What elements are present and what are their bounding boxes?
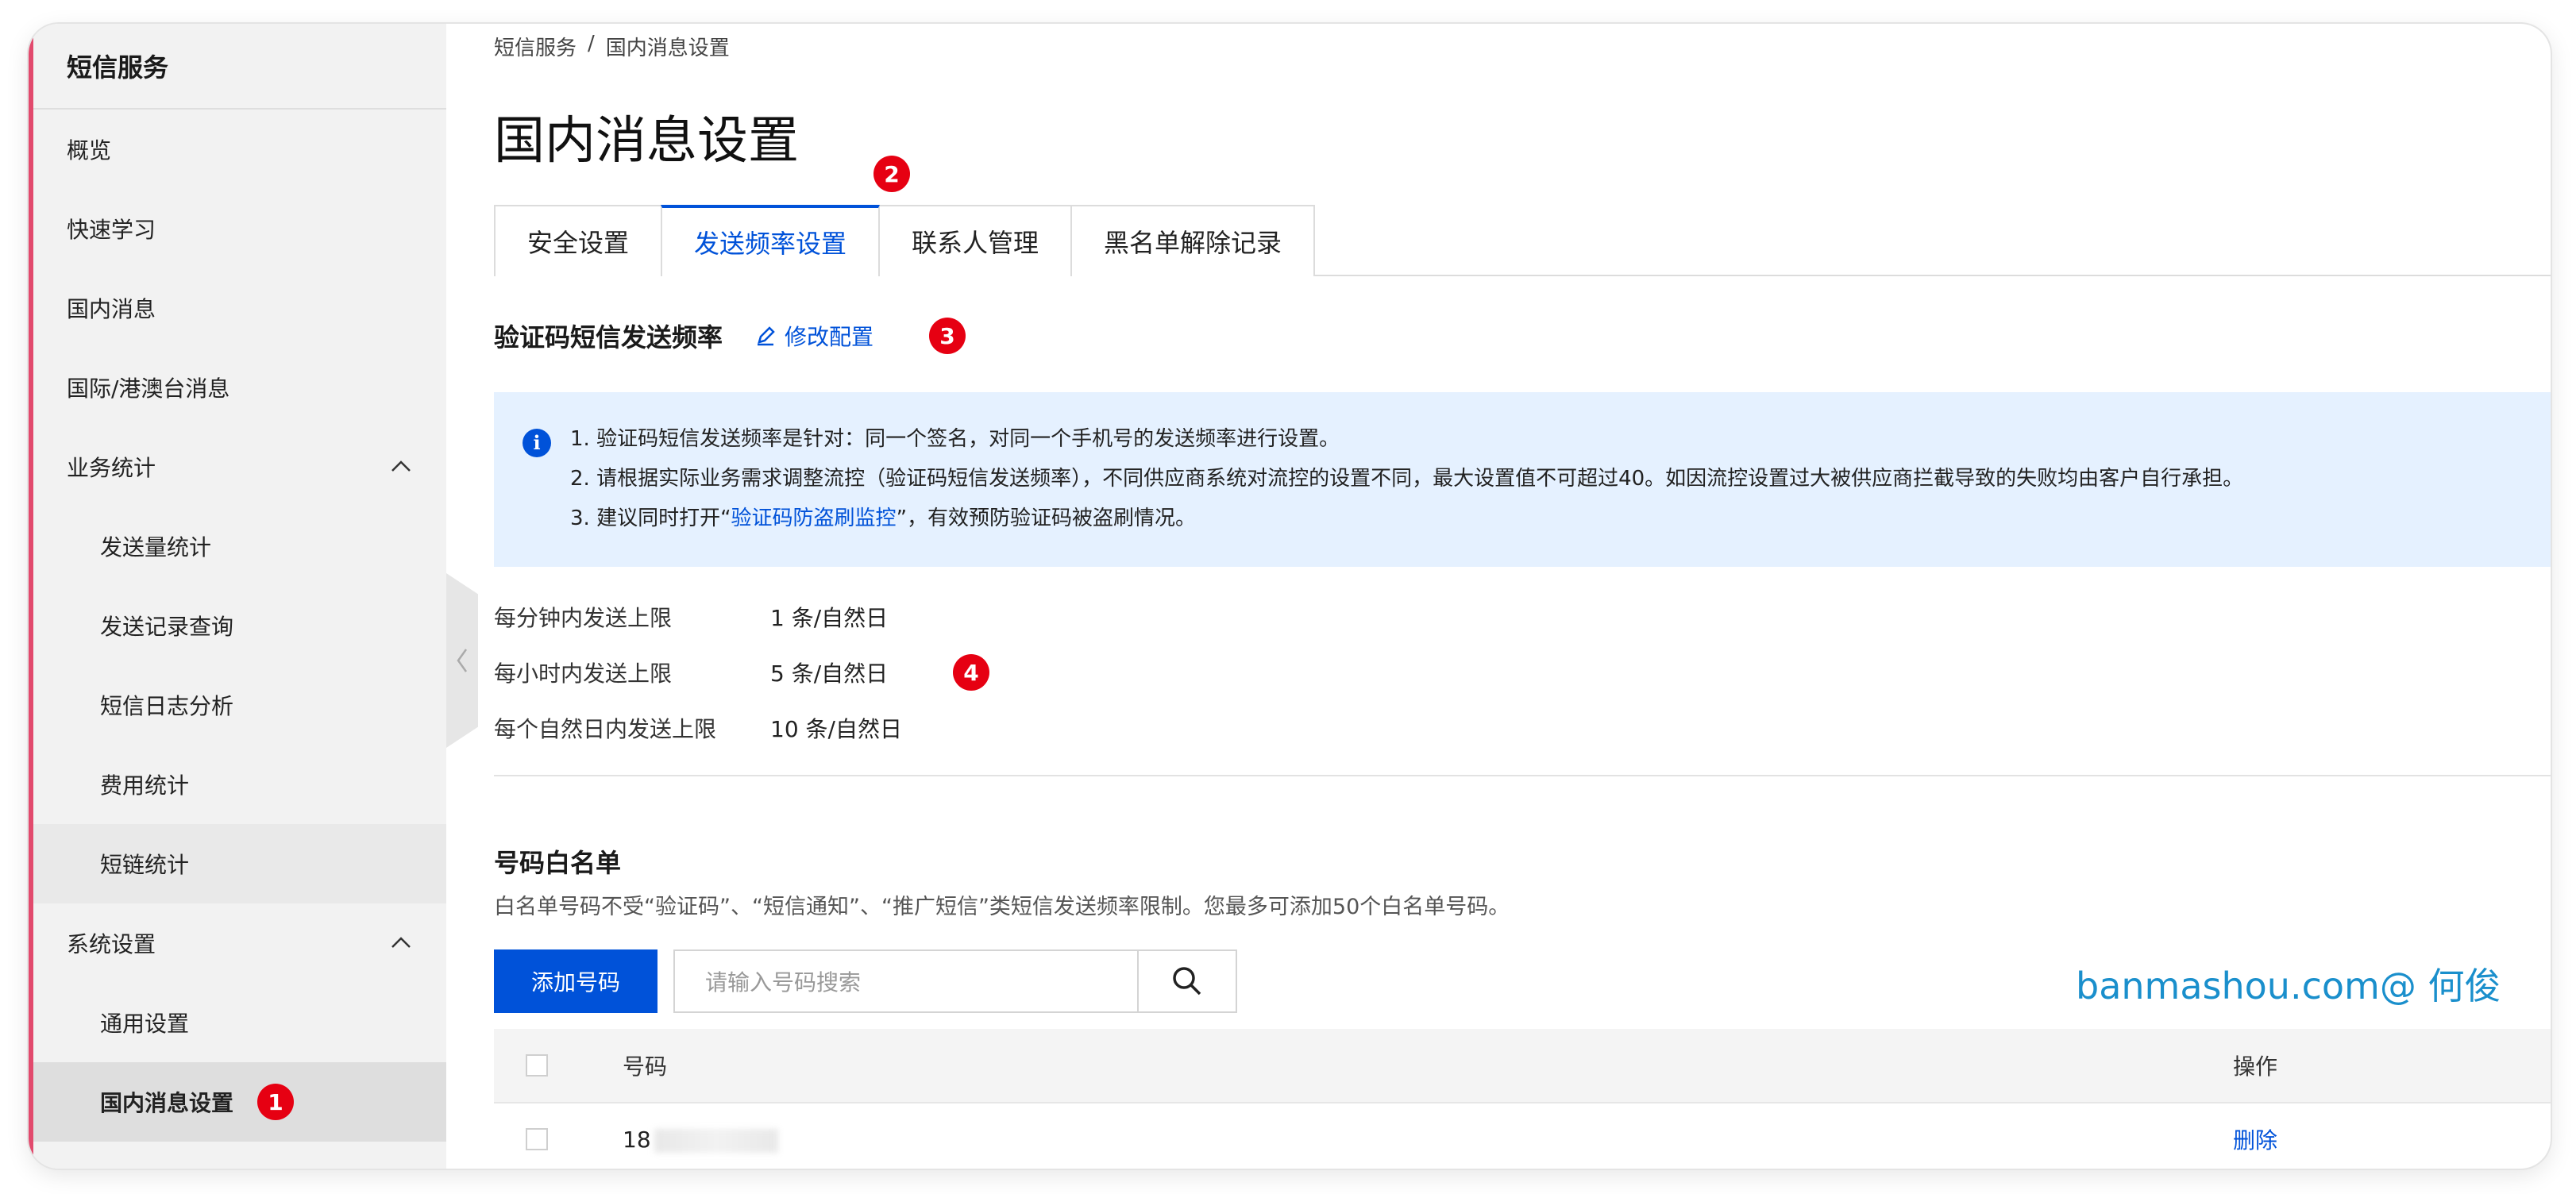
- chevron-up-icon[interactable]: [389, 455, 413, 479]
- phone-number: 18: [623, 1126, 651, 1153]
- sidebar-item-domestic-messages[interactable]: 国内消息: [33, 268, 446, 348]
- column-header-action: 操作: [2233, 1053, 2278, 1080]
- sidebar-item-label: 概览: [67, 137, 112, 164]
- tab-label: 黑名单解除记录: [1104, 228, 1282, 258]
- breadcrumb-root[interactable]: 短信服务: [494, 32, 577, 61]
- annotation-badge: 1: [257, 1084, 295, 1120]
- notice-text: 3. 建议同时打开“: [570, 506, 731, 530]
- notice-text: ”，有效预防验证码被盗刷情况。: [896, 506, 1197, 530]
- limit-label: 每分钟内发送上限: [494, 605, 673, 631]
- edit-config-button[interactable]: 修改配置: [754, 320, 873, 352]
- tab-security-settings[interactable]: 安全设置: [494, 205, 663, 276]
- row-checkbox[interactable]: [526, 1128, 548, 1150]
- sidebar-item-label: 发送记录查询: [100, 614, 234, 640]
- sidebar-item-label: 费用统计: [100, 772, 190, 799]
- delete-link[interactable]: 删除: [2233, 1123, 2277, 1155]
- sidebar-item-label: 短信日志分析: [100, 693, 234, 719]
- tab-blacklist-records[interactable]: 黑名单解除记录: [1070, 205, 1316, 276]
- tab-label: 安全设置: [527, 228, 630, 258]
- sidebar-item-send-volume[interactable]: 发送量统计: [33, 506, 446, 586]
- sidebar-item-label: 国内消息设置: [100, 1090, 234, 1116]
- sidebar-item-quick-learn[interactable]: 快速学习: [33, 189, 446, 268]
- limit-label: 每小时内发送上限: [494, 661, 673, 687]
- sidebar-item-general-settings[interactable]: 通用设置: [33, 983, 446, 1062]
- phone-number-cell: 18: [623, 1127, 778, 1153]
- limit-row: 每小时内发送上限 5 条/自然日 4: [494, 645, 989, 700]
- sidebar: 短信服务 概览 快速学习 国内消息 国际/港澳台消息 业务统计 发送量统计 发送…: [29, 24, 446, 1169]
- annotation-badge: 4: [953, 654, 989, 691]
- sidebar-title: 短信服务: [33, 24, 446, 110]
- chevron-left-icon: [457, 649, 468, 672]
- chevron-up-icon[interactable]: [389, 931, 413, 955]
- edit-config-label: 修改配置: [785, 324, 874, 350]
- sidebar-item-overview[interactable]: 概览: [33, 110, 446, 189]
- breadcrumb-separator: /: [588, 32, 595, 56]
- select-all-checkbox[interactable]: [526, 1054, 548, 1077]
- limit-value: 5 条/自然日: [770, 661, 889, 687]
- main-content: 短信服务 / 国内消息设置 国内消息设置 2 安全设置 发送频率设置 联系人管理…: [494, 24, 2551, 1169]
- limit-row: 每分钟内发送上限 1 条/自然日: [494, 589, 989, 645]
- column-header-number: 号码: [623, 1053, 668, 1080]
- app-window: 短信服务 概览 快速学习 国内消息 国际/港澳台消息 业务统计 发送量统计 发送…: [29, 24, 2551, 1169]
- tab-label: 发送频率设置: [694, 229, 847, 259]
- notice-line: 1. 验证码短信发送频率是针对：同一个签名，对同一个手机号的发送频率进行设置。: [570, 427, 1340, 451]
- breadcrumb: 短信服务 / 国内消息设置: [494, 32, 730, 61]
- watermark: banmashou.com@ 何俊: [2076, 965, 2501, 1007]
- info-notice: i 1. 验证码短信发送频率是针对：同一个签名，对同一个手机号的发送频率进行设置…: [494, 392, 2551, 567]
- sidebar-item-label: 快速学习: [67, 217, 156, 243]
- sidebar-group-system-settings[interactable]: 系统设置: [33, 903, 446, 983]
- whitelist-title: 号码白名单: [494, 848, 622, 878]
- notice-line: 3. 建议同时打开“验证码防盗刷监控”，有效预防验证码被盗刷情况。: [570, 499, 2551, 538]
- sidebar-item-label: 短链统计: [100, 852, 190, 878]
- section-header: 验证码短信发送频率 修改配置 3: [494, 318, 966, 354]
- tab-label: 联系人管理: [912, 228, 1039, 258]
- tab-bar: 安全设置 发送频率设置 联系人管理 黑名单解除记录: [494, 205, 2551, 278]
- search-input[interactable]: 请输入号码搜索: [673, 949, 1139, 1013]
- sidebar-item-cost-stats[interactable]: 费用统计: [33, 745, 446, 824]
- sidebar-collapse-handle[interactable]: [446, 573, 478, 748]
- tab-contacts[interactable]: 联系人管理: [878, 205, 1073, 276]
- limit-label: 每个自然日内发送上限: [494, 716, 717, 742]
- sidebar-item-send-records[interactable]: 发送记录查询: [33, 586, 446, 665]
- breadcrumb-current: 国内消息设置: [605, 37, 730, 60]
- limit-value: 1 条/自然日: [770, 605, 889, 631]
- sidebar-group-business-stats[interactable]: 业务统计: [33, 427, 446, 506]
- frequency-limits: 每分钟内发送上限 1 条/自然日 每小时内发送上限 5 条/自然日 4 每个自然…: [494, 589, 989, 756]
- annotation-badge: 2: [873, 156, 910, 192]
- sidebar-item-international-messages[interactable]: 国际/港澳台消息: [33, 348, 446, 427]
- annotation-badge: 3: [929, 318, 966, 354]
- divider: [494, 775, 2551, 776]
- sidebar-item-shortlink-stats[interactable]: 短链统计: [33, 824, 446, 903]
- page-title: 国内消息设置: [494, 112, 799, 171]
- limit-value: 10 条/自然日: [770, 716, 902, 742]
- sidebar-item-label: 国内消息: [67, 296, 156, 322]
- sidebar-item-label: 系统设置: [67, 931, 156, 957]
- tab-send-frequency[interactable]: 发送频率设置: [661, 205, 881, 278]
- redacted-blur: [654, 1128, 778, 1153]
- edit-icon: [758, 326, 775, 346]
- table-row: 18 删除: [494, 1102, 2551, 1169]
- limit-row: 每个自然日内发送上限 10 条/自然日: [494, 700, 989, 756]
- sidebar-item-label: 业务统计: [67, 455, 156, 481]
- sidebar-item-log-analysis[interactable]: 短信日志分析: [33, 665, 446, 745]
- sidebar-item-domestic-settings[interactable]: 国内消息设置 1: [33, 1062, 446, 1142]
- info-icon: i: [523, 429, 551, 457]
- whitelist-description: 白名单号码不受“验证码”、“短信通知”、“推广短信”类短信发送频率限制。您最多可…: [494, 895, 1510, 919]
- add-number-button[interactable]: 添加号码: [494, 949, 657, 1013]
- anti-fraud-monitor-link[interactable]: 验证码防盗刷监控: [731, 506, 897, 530]
- sidebar-item-label: 国际/港澳台消息: [67, 376, 230, 402]
- whitelist-toolbar: 添加号码 请输入号码搜索: [494, 949, 1237, 1013]
- sidebar-item-label: 发送量统计: [100, 534, 212, 560]
- section-title: 验证码短信发送频率: [494, 322, 723, 352]
- search-icon: [1173, 967, 1201, 996]
- notice-line: 2. 请根据实际业务需求调整流控（验证码短信发送频率），不同供应商系统对流控的设…: [570, 467, 2244, 491]
- search-button[interactable]: [1139, 949, 1237, 1013]
- table-header: 号码 操作: [494, 1029, 2551, 1102]
- search-placeholder: 请输入号码搜索: [705, 969, 862, 996]
- sidebar-item-label: 通用设置: [100, 1011, 190, 1037]
